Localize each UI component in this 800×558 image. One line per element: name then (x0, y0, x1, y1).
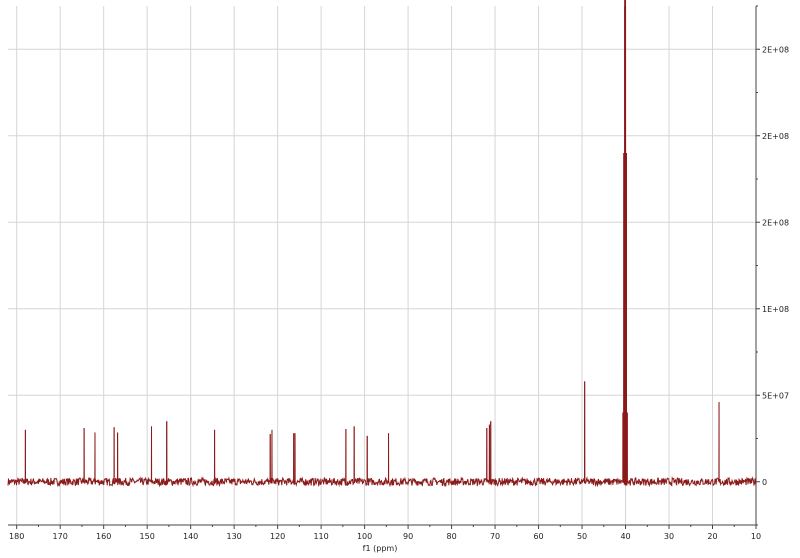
y-tick-label: 1E+08 (762, 305, 789, 314)
x-tick-label: 140 (183, 532, 198, 541)
x-tick-label: 20 (707, 532, 717, 541)
x-tick-label: 50 (577, 532, 587, 541)
x-tick-label: 170 (53, 532, 68, 541)
x-tick-label: 150 (140, 532, 155, 541)
y-tick-label: 2E+08 (762, 45, 789, 54)
y-tick-label: 0 (762, 478, 767, 487)
x-axis-label: f1 (ppm) (363, 544, 398, 553)
x-tick-label: 60 (533, 532, 543, 541)
x-tick-label: 160 (96, 532, 111, 541)
y-tick-label: 5E+07 (762, 391, 789, 400)
x-tick-label: 80 (446, 532, 456, 541)
x-tick-label: 130 (226, 532, 241, 541)
x-tick-label: 90 (403, 532, 413, 541)
y-tick-label: 2E+08 (762, 218, 789, 227)
nmr-spectrum-chart: 180 170 160 150 140 130 120 110 100 90 80 70 60 50 40 3… (0, 0, 800, 558)
x-tick-label: 180 (9, 532, 24, 541)
x-tick-label: 30 (664, 532, 674, 541)
x-tick-label: 100 (357, 532, 372, 541)
x-tick-label: 120 (270, 532, 285, 541)
x-tick-label: 70 (490, 532, 500, 541)
y-tick-label: 2E+08 (762, 132, 789, 141)
x-tick-label: 110 (313, 532, 328, 541)
x-tick-label: 40 (620, 532, 630, 541)
x-tick-label: 10 (751, 532, 761, 541)
chart-background (0, 0, 800, 558)
